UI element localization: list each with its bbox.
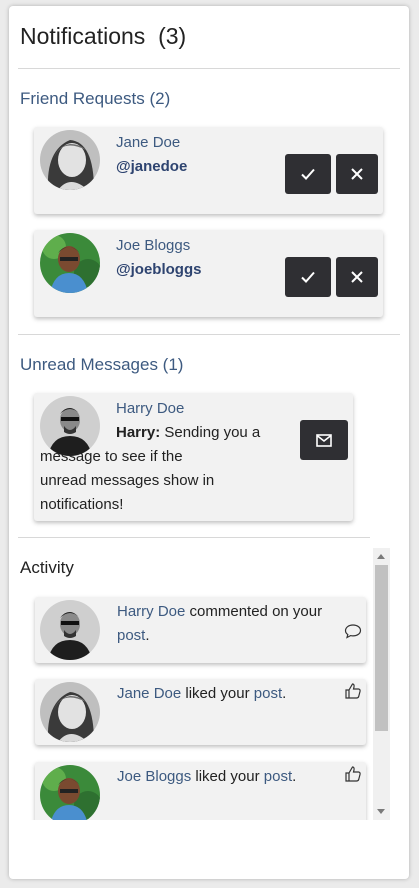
avatar[interactable] bbox=[40, 600, 100, 660]
friend-name[interactable]: Jane Doe bbox=[116, 134, 180, 151]
activity-user-link[interactable]: Joe Bloggs bbox=[117, 768, 191, 785]
sender-label: Harry: bbox=[116, 424, 161, 441]
message-line: notifications! bbox=[40, 496, 124, 513]
accept-button[interactable] bbox=[285, 257, 331, 297]
decline-button[interactable] bbox=[336, 154, 378, 194]
divider bbox=[18, 68, 400, 69]
activity-scrollbar[interactable] bbox=[373, 548, 390, 820]
page-title: Notifications (3) bbox=[20, 23, 187, 49]
post-link[interactable]: post bbox=[254, 685, 282, 702]
decline-button[interactable] bbox=[336, 257, 378, 297]
activity-item[interactable]: Joe Bloggs liked your post. bbox=[35, 762, 366, 820]
activity-item[interactable]: Jane Doe liked your post. bbox=[35, 679, 366, 745]
check-icon bbox=[301, 168, 315, 180]
divider bbox=[18, 537, 370, 538]
activity-list[interactable]: Harry Doe commented on your post. Jane D… bbox=[0, 548, 372, 820]
open-message-button[interactable] bbox=[300, 420, 348, 460]
activity-user-link[interactable]: Jane Doe bbox=[117, 685, 181, 702]
comment-icon bbox=[344, 624, 362, 639]
activity-text: Harry Doe commented on your post. bbox=[117, 603, 323, 644]
avatar[interactable] bbox=[40, 682, 100, 742]
message-line: message to see if the bbox=[40, 448, 183, 465]
scroll-up-arrow-icon[interactable] bbox=[377, 554, 385, 559]
scroll-down-arrow-icon[interactable] bbox=[377, 809, 385, 814]
activity-user-link[interactable]: Harry Doe bbox=[117, 603, 185, 620]
notification-count: (3) bbox=[158, 23, 187, 49]
sender-name[interactable]: Harry Doe bbox=[116, 400, 184, 417]
avatar[interactable] bbox=[40, 765, 100, 820]
accept-button[interactable] bbox=[285, 154, 331, 194]
avatar[interactable] bbox=[40, 130, 100, 190]
post-link[interactable]: post bbox=[117, 627, 145, 644]
activity-item[interactable]: Harry Doe commented on your post. bbox=[35, 597, 366, 663]
message-line: Harry: Sending you a bbox=[116, 424, 261, 441]
envelope-icon bbox=[316, 433, 332, 447]
friend-request-card: Jane Doe @janedoe bbox=[34, 127, 383, 214]
close-icon bbox=[351, 271, 363, 283]
scrollbar-thumb[interactable] bbox=[375, 565, 388, 731]
close-icon bbox=[351, 168, 363, 180]
check-icon bbox=[301, 271, 315, 283]
post-link[interactable]: post bbox=[264, 768, 292, 785]
divider bbox=[18, 334, 400, 335]
friend-requests-title[interactable]: Friend Requests (2) bbox=[20, 89, 170, 109]
unread-messages-title[interactable]: Unread Messages (1) bbox=[20, 355, 183, 375]
friend-handle[interactable]: @joebloggs bbox=[116, 261, 201, 278]
friend-request-card: Joe Bloggs @joebloggs bbox=[34, 230, 383, 317]
friend-name[interactable]: Joe Bloggs bbox=[116, 237, 190, 254]
activity-text: Joe Bloggs liked your post. bbox=[117, 768, 297, 785]
message-line: unread messages show in bbox=[40, 472, 215, 489]
activity-text: Jane Doe liked your post. bbox=[117, 685, 287, 702]
thumbs-up-icon bbox=[345, 683, 361, 699]
friend-handle[interactable]: @janedoe bbox=[116, 158, 187, 175]
message-card[interactable]: Harry Doe Harry: Sending you a message t… bbox=[34, 393, 353, 521]
avatar[interactable] bbox=[40, 233, 100, 293]
thumbs-up-icon bbox=[345, 766, 361, 782]
